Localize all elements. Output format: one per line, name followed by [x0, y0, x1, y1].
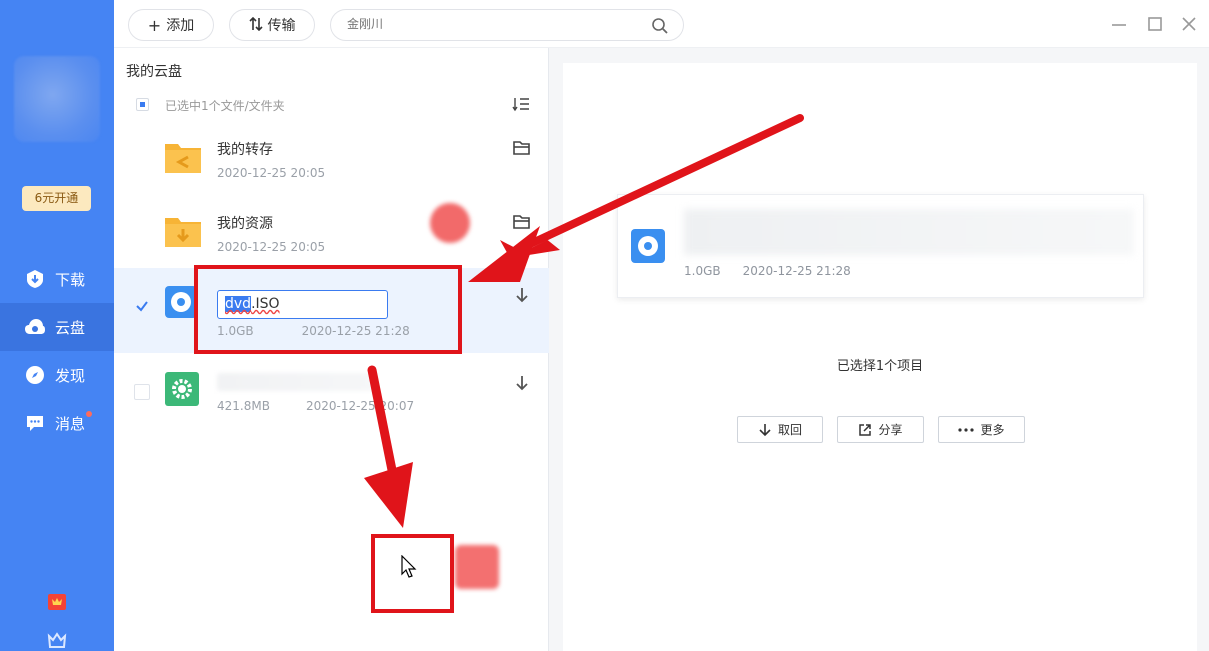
open-folder-icon[interactable]: [512, 212, 532, 232]
list-item[interactable]: 421.8MB 2020-12-25 20:07: [114, 353, 549, 433]
file-name-blurred: [217, 373, 377, 391]
retrieve-label: 取回: [777, 423, 802, 437]
search-box[interactable]: [330, 9, 684, 41]
card-date: 2020-12-25 21:28: [742, 264, 851, 278]
search-icon[interactable]: [651, 17, 669, 35]
pixelated-blob: [455, 545, 499, 589]
highlight-box: [194, 265, 462, 354]
file-meta: 421.8MB 2020-12-25 20:07: [217, 399, 414, 413]
download-arrow-icon[interactable]: [512, 373, 532, 393]
ellipsis-icon: [958, 427, 975, 432]
more-button[interactable]: 更多: [938, 416, 1025, 443]
row-checkmark-icon[interactable]: [134, 298, 150, 314]
add-button[interactable]: + 添加: [128, 9, 214, 41]
avatar[interactable]: [14, 56, 100, 142]
down-arrow-icon: [759, 423, 771, 436]
list-item[interactable]: 我的资源 2020-12-25 20:05: [114, 194, 549, 268]
nav-label-cloud: 云盘: [55, 318, 86, 337]
card-size: 1.0GB: [684, 264, 721, 278]
list-item[interactable]: 我的转存 2020-12-25 20:05: [114, 120, 549, 194]
download-arrow-icon[interactable]: [512, 285, 532, 305]
nav-item-download[interactable]: 下载: [0, 255, 114, 303]
selected-count-text: 已选择1个项目: [836, 359, 924, 374]
nav-item-message[interactable]: 消息: [0, 399, 114, 447]
download-shield-icon: [24, 268, 46, 290]
file-size: 421.8MB: [217, 399, 270, 413]
share-label: 分享: [878, 423, 903, 437]
nav-item-cloud[interactable]: 云盘: [0, 303, 114, 351]
folder-resource-icon: [165, 218, 201, 247]
file-name-blurred: [684, 209, 1134, 255]
mouse-cursor-icon: [401, 555, 417, 578]
file-date: 2020-12-25 20:05: [217, 240, 326, 254]
selection-bar: 已选中1个文件/文件夹: [114, 94, 549, 116]
app-gear-icon: [165, 372, 199, 406]
more-label: 更多: [980, 423, 1005, 437]
file-name: 我的转存: [217, 142, 273, 158]
topbar: + 添加 传输: [114, 0, 1209, 48]
unread-dot: [86, 411, 92, 417]
vip-badge[interactable]: 6元开通: [22, 186, 91, 211]
search-input[interactable]: [347, 17, 637, 31]
panel-title: 我的云盘: [126, 64, 182, 80]
share-button[interactable]: 分享: [837, 416, 924, 443]
folder-transfer-icon: [165, 144, 201, 173]
transfer-arrows-icon: [248, 16, 263, 35]
maximize-icon[interactable]: [1144, 13, 1166, 35]
disc-image-icon: [631, 229, 665, 263]
file-preview-card: 1.0GB 2020-12-25 21:28: [617, 194, 1144, 298]
file-meta: 2020-12-25 20:05: [217, 240, 325, 254]
sort-icon[interactable]: [512, 96, 530, 112]
row-checkbox[interactable]: [134, 384, 150, 400]
pixelated-blob: [430, 203, 470, 243]
file-date: 2020-12-25 20:07: [305, 399, 415, 413]
plus-icon: +: [147, 15, 162, 35]
nav-label-message: 消息: [55, 414, 86, 433]
file-name: 我的资源: [217, 216, 273, 232]
nav-label-download: 下载: [55, 270, 86, 289]
transfer-button[interactable]: 传输: [229, 9, 315, 41]
crown-icon[interactable]: [46, 630, 68, 650]
message-icon: [24, 412, 46, 434]
share-icon: [859, 423, 872, 436]
cloud-icon: [24, 316, 46, 338]
gift-icon[interactable]: [46, 590, 68, 612]
select-all-checkbox[interactable]: [136, 98, 149, 111]
file-meta: 2020-12-25 20:05: [217, 166, 325, 180]
selection-text: 已选中1个文件/文件夹: [165, 99, 285, 113]
nav-label-discover: 发现: [55, 366, 86, 385]
retrieve-button[interactable]: 取回: [737, 416, 823, 443]
close-icon[interactable]: [1178, 13, 1200, 35]
add-label: 添加: [166, 18, 195, 34]
compass-icon: [24, 364, 46, 386]
transfer-label: 传输: [267, 18, 296, 34]
sidebar: 6元开通 下载 云盘 发现 消息: [0, 0, 114, 651]
minimize-icon[interactable]: [1108, 13, 1130, 35]
open-folder-icon[interactable]: [512, 138, 532, 158]
nav-item-discover[interactable]: 发现: [0, 351, 114, 399]
card-meta: 1.0GB 2020-12-25 21:28: [684, 264, 851, 278]
file-date: 2020-12-25 20:05: [217, 166, 326, 180]
